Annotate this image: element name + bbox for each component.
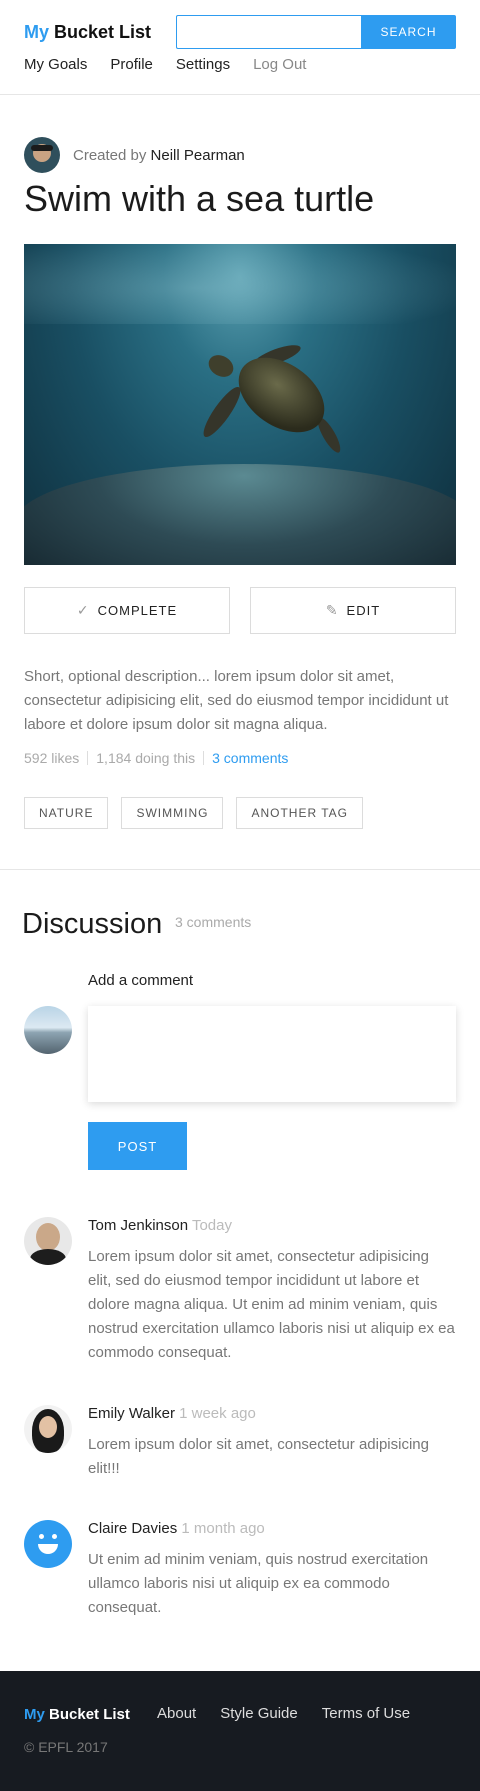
logo-my: My [24, 22, 50, 42]
logo-text: Bucket List [54, 22, 152, 42]
footer-nav: About Style Guide Terms of Use [157, 1705, 410, 1722]
search-button[interactable]: SEARCH [361, 15, 456, 49]
complete-label: COMPLETE [97, 603, 178, 618]
stats-divider [203, 751, 205, 765]
comment-time: 1 month ago [181, 1520, 265, 1537]
main-nav: My Goals Profile Settings Log Out [24, 56, 306, 73]
comment-time: Today [191, 1217, 232, 1234]
section-divider [0, 869, 480, 870]
nav-profile[interactable]: Profile [110, 56, 153, 73]
complete-button[interactable]: ✓ COMPLETE [24, 587, 230, 634]
commenter-avatar[interactable] [24, 1520, 72, 1568]
goal-title: Swim with a sea turtle [24, 178, 375, 219]
edit-button[interactable]: ✎ EDIT [250, 587, 456, 634]
tag-another[interactable]: ANOTHER TAG [236, 797, 364, 829]
goal-tags: NATURE SWIMMING ANOTHER TAG [24, 797, 364, 829]
footer-link-terms[interactable]: Terms of Use [322, 1705, 410, 1722]
current-user-avatar [24, 1006, 72, 1054]
nav-log-out[interactable]: Log Out [253, 56, 306, 73]
goal-photo [24, 244, 456, 565]
stats-divider [87, 751, 89, 765]
comment-author[interactable]: Claire Davies [88, 1520, 177, 1537]
goal-description: Short, optional description... lorem ips… [24, 668, 449, 733]
footer-copyright: © EPFL 2017 [24, 1739, 108, 1755]
comment-input[interactable] [88, 1006, 456, 1102]
goal-stats: 592 likes 1,184 doing this 3 comments [24, 750, 288, 766]
nav-settings[interactable]: Settings [176, 56, 230, 73]
creator-avatar[interactable] [24, 137, 60, 173]
add-comment-label: Add a comment [88, 972, 194, 989]
creator-text: Created by Neill Pearman [73, 147, 245, 164]
nav-my-goals[interactable]: My Goals [24, 56, 87, 73]
post-button[interactable]: POST [88, 1122, 187, 1170]
comment-header: Claire Davies 1 month ago [88, 1520, 265, 1537]
footer-logo-my: My [24, 1706, 45, 1723]
creator-name[interactable]: Neill Pearman [151, 147, 245, 164]
comment-body: Lorem ipsum dolor sit amet, consectetur … [88, 1248, 455, 1361]
comment-header: Emily Walker 1 week ago [88, 1405, 256, 1422]
footer-link-about[interactable]: About [157, 1705, 196, 1722]
footer-logo-text: Bucket List [49, 1706, 130, 1723]
goal-creator: Created by Neill Pearman [24, 137, 245, 173]
comment-author[interactable]: Tom Jenkinson [88, 1217, 188, 1234]
comment-author[interactable]: Emily Walker [88, 1405, 175, 1422]
discussion-title: Discussion [22, 908, 163, 940]
comment-header: Tom Jenkinson Today [88, 1217, 232, 1234]
tag-swimming[interactable]: SWIMMING [121, 797, 224, 829]
site-footer: My Bucket List About Style Guide Terms o… [0, 1671, 480, 1791]
comment-body: Ut enim ad minim veniam, quis nostrud ex… [88, 1551, 429, 1616]
check-icon: ✓ [76, 602, 90, 618]
discussion-count: 3 comments [175, 914, 252, 930]
footer-link-style-guide[interactable]: Style Guide [220, 1705, 298, 1722]
comments-link[interactable]: 3 comments [212, 750, 288, 766]
comment-body: Lorem ipsum dolor sit amet, consectetur … [88, 1436, 429, 1477]
edit-label: EDIT [346, 603, 381, 618]
commenter-avatar[interactable] [24, 1217, 72, 1265]
comment-time: 1 week ago [179, 1405, 256, 1422]
doing-count: 1,184 doing this [96, 750, 196, 766]
created-by-label: Created by [73, 146, 147, 164]
commenter-avatar[interactable] [24, 1405, 72, 1453]
footer-logo[interactable]: My Bucket List [24, 1706, 130, 1723]
tag-nature[interactable]: NATURE [24, 797, 109, 829]
likes-count: 592 likes [24, 750, 80, 766]
site-logo[interactable]: My Bucket List [24, 22, 151, 43]
pencil-icon: ✎ [325, 602, 339, 618]
site-header: My Bucket List SEARCH My Goals Profile S… [0, 0, 480, 95]
search-input[interactable] [176, 15, 362, 49]
